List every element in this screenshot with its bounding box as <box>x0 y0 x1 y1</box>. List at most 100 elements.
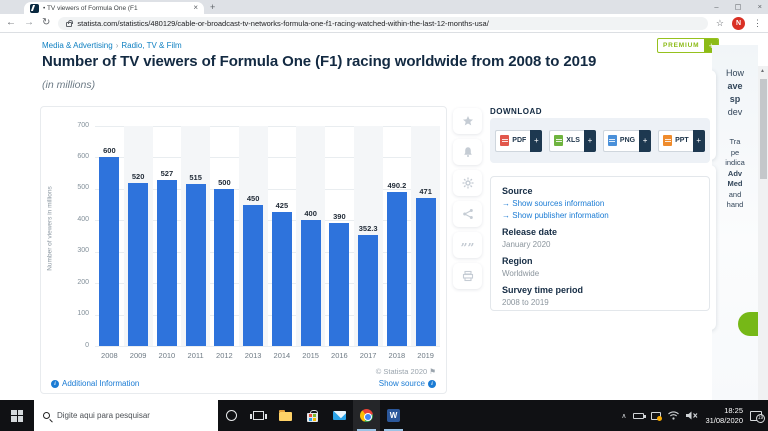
tab-close-icon[interactable]: × <box>193 4 198 12</box>
bar-slot: 490.2 <box>383 126 412 346</box>
download-png-button[interactable]: PNG+ <box>603 130 651 152</box>
breadcrumb-radio-tv-film[interactable]: Radio, TV & Film <box>121 41 181 50</box>
microsoft-store-button[interactable] <box>299 400 326 431</box>
forward-icon[interactable]: → <box>24 18 34 28</box>
url-bar[interactable]: statista.com/statistics/480129/cable-or-… <box>58 17 708 30</box>
back-icon[interactable]: ← <box>6 18 16 28</box>
page-scrollbar[interactable]: ▲ <box>758 66 768 400</box>
bar-value-label: 390 <box>333 212 346 221</box>
show-source-link[interactable]: Show source i <box>379 379 436 388</box>
bar[interactable] <box>157 180 177 346</box>
promo-text-fragment: pe <box>712 148 758 159</box>
survey-time-period-value: 2008 to 2019 <box>502 298 698 307</box>
bar-value-label: 520 <box>132 172 145 181</box>
bar[interactable] <box>301 220 321 346</box>
additional-information-link[interactable]: i Additional Information <box>51 379 139 388</box>
promo-text-fragment: Med <box>712 179 758 190</box>
cortana-button[interactable] <box>218 400 245 431</box>
volume-muted-icon[interactable] <box>686 411 698 420</box>
start-button[interactable] <box>0 400 34 431</box>
window-minimize-button[interactable]: – <box>714 3 718 11</box>
bar-value-label: 527 <box>161 169 174 178</box>
scrollbar-up-icon[interactable]: ▲ <box>760 68 765 74</box>
settings-gear-button[interactable] <box>453 170 482 196</box>
bar[interactable] <box>186 184 206 346</box>
promo-green-button[interactable] <box>738 312 758 336</box>
profile-avatar[interactable]: N <box>732 17 745 30</box>
x-axis-label: 2016 <box>325 351 354 360</box>
bar[interactable] <box>329 223 349 346</box>
flag-icon[interactable]: ⚑ <box>429 367 436 376</box>
tablet-notification-icon[interactable] <box>651 412 661 420</box>
breadcrumb-media-advertising[interactable]: Media & Advertising <box>42 41 113 50</box>
download-xls-button[interactable]: XLS+ <box>549 130 596 152</box>
bar[interactable] <box>358 235 378 346</box>
browser-menu-icon[interactable]: ⋮ <box>753 18 762 29</box>
action-center-icon[interactable]: 19 <box>750 411 762 421</box>
png-plus-icon: + <box>639 130 651 152</box>
bar[interactable] <box>416 198 436 346</box>
bar-plot: 600520527515500450425400390352.3490.2471 <box>95 126 440 346</box>
x-axis-label: 2015 <box>296 351 325 360</box>
bar[interactable] <box>99 157 119 346</box>
bar[interactable] <box>214 189 234 346</box>
bar[interactable] <box>243 205 263 346</box>
bar-slot: 450 <box>239 126 268 346</box>
source-panel: Source → Show sources information → Show… <box>490 176 710 311</box>
new-tab-button[interactable]: + <box>210 2 215 12</box>
bar-slot: 600 <box>95 126 124 346</box>
taskbar-clock[interactable]: 18:25 31/08/2020 <box>705 406 743 426</box>
x-axis-label: 2019 <box>411 351 440 360</box>
reload-icon[interactable]: ↻ <box>42 18 50 28</box>
show-publisher-information-link[interactable]: → Show publisher information <box>502 211 698 220</box>
x-axis-label: 2008 <box>95 351 124 360</box>
file-explorer-button[interactable] <box>272 400 299 431</box>
bar[interactable] <box>387 192 407 346</box>
page-content: Media & Advertising›Radio, TV & Film PRE… <box>0 33 768 400</box>
task-view-icon <box>253 411 264 420</box>
windows-taskbar: Digite aqui para pesquisar W ∧ 18:25 31/… <box>0 400 768 431</box>
download-pdf-button[interactable]: PDF+ <box>495 130 542 152</box>
chrome-button[interactable] <box>353 400 380 431</box>
window-maximize-button[interactable]: ▢ <box>735 3 742 11</box>
region-value: Worldwide <box>502 269 698 278</box>
release-date-value: January 2020 <box>502 240 698 249</box>
citation-button[interactable]: ”” <box>453 232 482 258</box>
favorite-star-button[interactable] <box>453 108 482 134</box>
task-view-button[interactable] <box>245 400 272 431</box>
share-button[interactable] <box>453 201 482 227</box>
download-ppt-button[interactable]: PPT+ <box>658 130 705 152</box>
bar-slot: 425 <box>268 126 297 346</box>
share-icon <box>462 208 474 220</box>
alert-bell-button[interactable] <box>453 139 482 165</box>
x-axis-label: 2017 <box>354 351 383 360</box>
hidden-icons-chevron[interactable]: ∧ <box>621 412 626 420</box>
print-button[interactable] <box>453 263 482 289</box>
clock-date: 31/08/2020 <box>705 416 743 426</box>
bar[interactable] <box>128 183 148 346</box>
bookmark-star-icon[interactable]: ☆ <box>716 18 724 29</box>
taskbar-search-input[interactable]: Digite aqui para pesquisar <box>34 400 218 431</box>
wifi-icon[interactable] <box>668 411 679 420</box>
premium-label: PREMIUM <box>658 39 704 52</box>
notification-badge: 19 <box>756 414 765 423</box>
premium-button[interactable]: PREMIUM + <box>657 38 719 53</box>
scrollbar-thumb[interactable] <box>760 79 767 179</box>
bar[interactable] <box>272 212 292 346</box>
mail-button[interactable] <box>326 400 353 431</box>
download-panel: PDF+ XLS+ PNG+ PPT+ <box>490 118 710 163</box>
info-icon: i <box>51 380 59 388</box>
promo-text-fragment: Tra <box>712 137 758 148</box>
browser-tab[interactable]: • TV viewers of Formula One (F1 × <box>24 2 204 14</box>
bar-value-label: 352.3 <box>359 224 378 233</box>
show-sources-information-link[interactable]: → Show sources information <box>502 199 698 208</box>
bar-slot: 527 <box>153 126 182 346</box>
promo-text-fragment: and <box>712 190 758 201</box>
battery-icon[interactable] <box>633 413 644 419</box>
window-close-button[interactable]: × <box>758 3 762 11</box>
word-button[interactable]: W <box>380 400 407 431</box>
windows-logo-icon <box>11 410 23 422</box>
chrome-icon <box>360 409 373 422</box>
promo-text-fragment: hand <box>712 200 758 211</box>
release-date-label: Release date <box>502 227 698 237</box>
